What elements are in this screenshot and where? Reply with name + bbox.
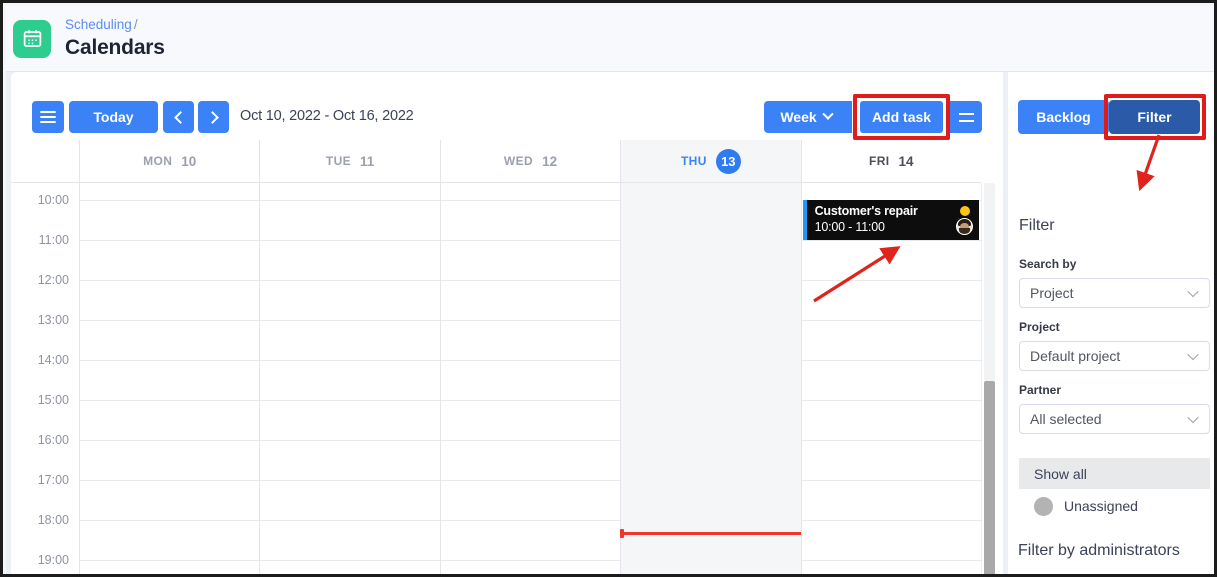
- body-area: Today Oct 10, 2022 - Oct 16, 2022 Week A…: [6, 72, 1214, 574]
- chevron-down-icon: [1187, 348, 1199, 361]
- unassigned-option[interactable]: Unassigned: [1019, 493, 1210, 519]
- time-label: 15:00: [37, 393, 69, 407]
- header-text-block: Scheduling / Calendars: [65, 17, 165, 61]
- breadcrumb-separator: /: [133, 16, 138, 32]
- search-by-value: Project: [1030, 285, 1074, 301]
- time-label: 18:00: [37, 513, 69, 527]
- event-time: 10:00 - 11:00: [814, 220, 885, 234]
- date-range-label: Oct 10, 2022 - Oct 16, 2022: [240, 108, 414, 124]
- time-label: 12:00: [37, 273, 69, 287]
- time-label: 19:00: [37, 553, 69, 567]
- event-status-dot: [959, 206, 970, 216]
- day-name: WED: [503, 154, 534, 168]
- day-header-thu[interactable]: THU 13: [620, 140, 801, 182]
- calendar-scrollbar-thumb[interactable]: [984, 381, 995, 574]
- calendar-slot-area[interactable]: Customer's repair 10:00 - 11:00: [79, 183, 981, 574]
- day-header-wed[interactable]: WED 12: [439, 140, 620, 182]
- calendar-grid: MON 10 TUE 11 WED 12 THU 13 FRI 14 10:00 11:00 12:0…: [11, 140, 1003, 574]
- chevron-left-icon: [173, 110, 187, 124]
- time-label: 11:00: [38, 233, 69, 247]
- day-name: THU: [680, 154, 707, 168]
- time-label: 13:00: [37, 313, 69, 327]
- day-column-mon[interactable]: [79, 183, 259, 574]
- view-mode-label: Week: [780, 109, 817, 125]
- project-value: Default project: [1030, 348, 1121, 364]
- time-label: 16:00: [37, 433, 69, 447]
- day-column-wed[interactable]: [439, 183, 620, 574]
- event-title: Customer's repair: [814, 204, 918, 218]
- day-number: 13: [715, 148, 741, 174]
- project-label: Project: [1019, 320, 1060, 334]
- day-number: 12: [542, 153, 558, 169]
- partner-value: All selected: [1030, 411, 1102, 427]
- time-axis: 10:00 11:00 12:00 13:00 14:00 15:00 16:00 17:00…: [11, 183, 79, 574]
- day-name: MON: [143, 154, 173, 168]
- view-mode-dropdown[interactable]: Week: [764, 101, 852, 133]
- chevron-down-icon: [821, 108, 834, 120]
- filter-highlight-box: [1104, 94, 1206, 140]
- day-number: 10: [181, 153, 197, 169]
- page-title: Calendars: [65, 35, 165, 59]
- time-label: 17:00: [37, 473, 69, 487]
- chevron-down-icon: [1187, 411, 1199, 424]
- current-time-indicator: [620, 529, 801, 538]
- calendar-icon: [13, 19, 51, 58]
- time-label: 14:00: [37, 353, 69, 367]
- calendar-panel: Today Oct 10, 2022 - Oct 16, 2022 Week A…: [11, 72, 1003, 574]
- add-task-button[interactable]: Add task: [860, 101, 943, 133]
- day-column-thu[interactable]: [620, 183, 801, 574]
- day-header-tue[interactable]: TUE 11: [259, 140, 439, 182]
- partner-select[interactable]: All selected: [1019, 404, 1210, 434]
- time-label: 10:00: [37, 193, 69, 207]
- breadcrumb-link-scheduling[interactable]: Scheduling: [65, 17, 132, 32]
- day-column-fri[interactable]: [800, 183, 981, 574]
- day-header-mon[interactable]: MON 10: [79, 140, 259, 182]
- search-by-select[interactable]: Project: [1019, 278, 1210, 308]
- unassigned-label: Unassigned: [1064, 498, 1138, 514]
- breadcrumb: Scheduling /: [65, 17, 165, 33]
- day-header-fri[interactable]: FRI 14: [800, 140, 981, 182]
- project-select[interactable]: Default project: [1019, 341, 1210, 371]
- chevron-right-icon: [205, 110, 219, 124]
- partner-label: Partner: [1019, 383, 1062, 397]
- show-all-option[interactable]: Show all: [1019, 458, 1210, 489]
- search-by-label: Search by: [1019, 257, 1077, 271]
- app-window: Scheduling / Calendars Today Oct 10, 202…: [0, 0, 1217, 577]
- chevron-down-icon: [1187, 285, 1199, 298]
- day-name: TUE: [325, 154, 352, 168]
- today-button[interactable]: Today: [69, 101, 158, 133]
- day-header-row: MON 10 TUE 11 WED 12 THU 13 FRI 14: [11, 140, 981, 183]
- calendar-scrollbar-thumb-upper[interactable]: [984, 183, 995, 381]
- day-name: FRI: [869, 154, 890, 168]
- hamburger-menu-icon[interactable]: [32, 101, 64, 133]
- day-number: 11: [360, 153, 375, 169]
- user-avatar: [955, 218, 973, 235]
- unassigned-color-dot: [1034, 496, 1053, 516]
- filter-panel-heading: Filter: [1019, 217, 1055, 234]
- backlog-tab-button[interactable]: Backlog: [1018, 100, 1109, 134]
- filter-sidebar: Backlog Filter Filter Search by Project …: [1008, 72, 1214, 574]
- previous-week-button[interactable]: [163, 101, 194, 133]
- administrators-heading: Filter by administrators: [1018, 542, 1180, 559]
- calendar-event[interactable]: Customer's repair 10:00 - 11:00: [802, 200, 979, 240]
- equals-list-icon[interactable]: [950, 101, 982, 133]
- calendar-toolbar: Today Oct 10, 2022 - Oct 16, 2022 Week A…: [11, 72, 1003, 140]
- day-number: 14: [898, 153, 914, 169]
- next-week-button[interactable]: [198, 101, 229, 133]
- page-header: Scheduling / Calendars: [6, 6, 1214, 72]
- day-column-tue[interactable]: [259, 183, 439, 574]
